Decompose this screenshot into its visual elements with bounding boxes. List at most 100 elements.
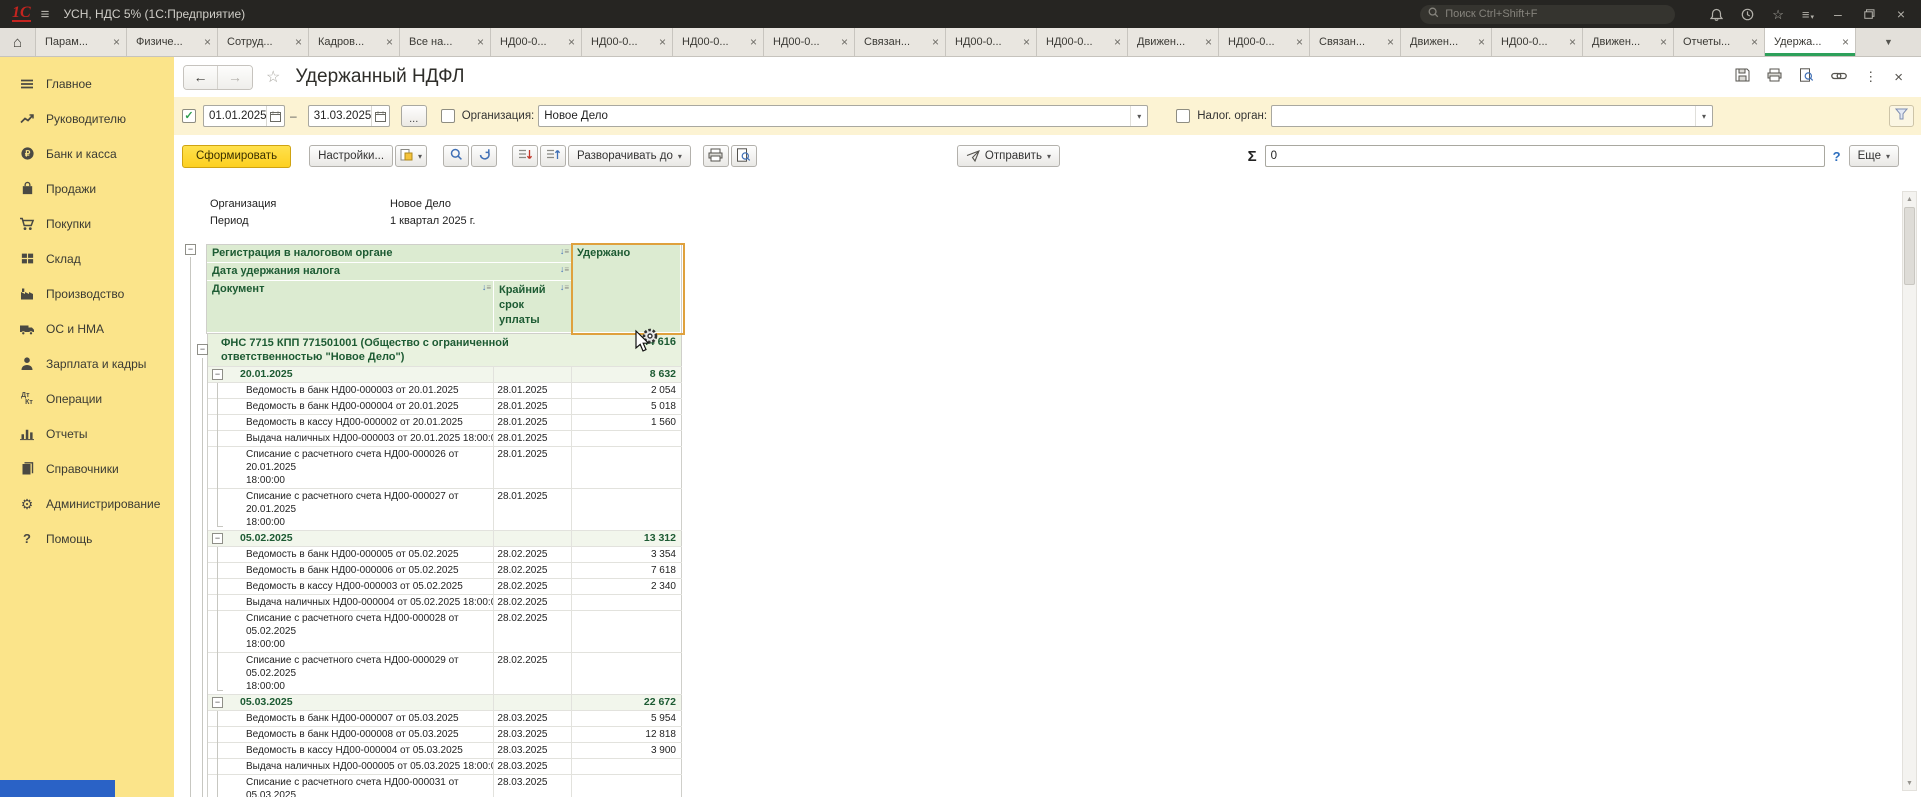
tab[interactable]: Все на... × bbox=[400, 28, 491, 56]
calendar-icon[interactable] bbox=[266, 106, 284, 126]
chevron-down-icon[interactable]: ▾ bbox=[1695, 106, 1712, 126]
tab-close-icon[interactable]: × bbox=[1205, 35, 1212, 49]
sidebar-item-warehouse[interactable]: Склад bbox=[0, 241, 174, 276]
tab[interactable]: Удержа... × bbox=[1765, 28, 1856, 56]
tab[interactable]: Кадров... × bbox=[309, 28, 400, 56]
document-row[interactable]: Ведомость в банк НД00-000007 от 05.03.20… bbox=[208, 711, 682, 727]
save-icon[interactable] bbox=[1735, 68, 1750, 87]
tab[interactable]: НД00-0... × bbox=[491, 28, 582, 56]
tab-close-icon[interactable]: × bbox=[1569, 35, 1576, 49]
deadline-cell[interactable]: 28.01.2025 bbox=[494, 415, 572, 430]
collapse-levels-button[interactable] bbox=[512, 145, 538, 167]
tab[interactable]: Связан... × bbox=[1310, 28, 1401, 56]
amount-cell[interactable] bbox=[572, 759, 682, 774]
collapse-minus-icon[interactable]: − bbox=[212, 697, 223, 708]
tab-close-icon[interactable]: × bbox=[1751, 35, 1758, 49]
collapse-minus-icon[interactable]: − bbox=[212, 533, 223, 544]
tab-close-icon[interactable]: × bbox=[295, 35, 302, 49]
link-icon[interactable] bbox=[1831, 68, 1847, 86]
tax-office-group-row[interactable]: ФНС 7715 КПП 771501001 (Общество с огран… bbox=[208, 334, 682, 367]
document-cell[interactable]: Ведомость в кассу НД00-000004 от 05.03.2… bbox=[208, 743, 494, 758]
back-button[interactable]: ← bbox=[184, 66, 218, 89]
tab-close-icon[interactable]: × bbox=[568, 35, 575, 49]
service-menu-icon[interactable]: ≡▾ bbox=[1802, 8, 1814, 21]
sidebar-item-gear[interactable]: ⚙ Администрирование bbox=[0, 486, 174, 521]
document-row[interactable]: Ведомость в банк НД00-000006 от 05.02.20… bbox=[208, 563, 682, 579]
group-total-cell[interactable]: 8 632 bbox=[572, 367, 682, 382]
deadline-cell[interactable]: 28.02.2025 bbox=[494, 579, 572, 594]
tab-close-icon[interactable]: × bbox=[1023, 35, 1030, 49]
document-row[interactable]: Ведомость в кассу НД00-000003 от 05.02.2… bbox=[208, 579, 682, 595]
settings-button[interactable]: Настройки... bbox=[309, 145, 393, 167]
document-row[interactable]: Ведомость в банк НД00-000004 от 20.01.20… bbox=[208, 399, 682, 415]
document-cell[interactable]: Ведомость в банк НД00-000005 от 05.02.20… bbox=[208, 547, 494, 562]
amount-cell[interactable] bbox=[572, 775, 682, 797]
amount-cell[interactable]: 2 340 bbox=[572, 579, 682, 594]
tab[interactable]: НД00-0... × bbox=[1219, 28, 1310, 56]
tab-close-icon[interactable]: × bbox=[750, 35, 757, 49]
document-cell[interactable]: Выдача наличных НД00-000004 от 05.02.202… bbox=[208, 595, 494, 610]
deadline-cell[interactable]: 28.01.2025 bbox=[494, 431, 572, 446]
document-row[interactable]: Ведомость в банк НД00-000005 от 05.02.20… bbox=[208, 547, 682, 563]
tab-close-icon[interactable]: × bbox=[1660, 35, 1667, 49]
scroll-thumb[interactable] bbox=[1904, 207, 1915, 285]
tab[interactable]: НД00-0... × bbox=[764, 28, 855, 56]
deadline-cell[interactable]: 28.01.2025 bbox=[494, 399, 572, 414]
document-cell[interactable]: Списание с расчетного счета НД00-000026 … bbox=[208, 447, 494, 488]
maximize-icon[interactable] bbox=[1864, 6, 1875, 22]
organization-checkbox[interactable] bbox=[441, 109, 455, 123]
deadline-cell[interactable] bbox=[494, 367, 572, 382]
amount-cell[interactable]: 5 018 bbox=[572, 399, 682, 414]
tab-close-icon[interactable]: × bbox=[386, 35, 393, 49]
favorites-star-icon[interactable]: ☆ bbox=[1772, 8, 1784, 21]
tab-close-icon[interactable]: × bbox=[113, 35, 120, 49]
deadline-cell[interactable]: 28.01.2025 bbox=[494, 489, 572, 530]
document-row[interactable]: Списание с расчетного счета НД00-000027 … bbox=[208, 489, 682, 531]
sidebar-item-bag[interactable]: Продажи bbox=[0, 171, 174, 206]
document-cell[interactable]: Ведомость в банк НД00-000008 от 05.03.20… bbox=[208, 727, 494, 742]
document-cell[interactable]: Ведомость в банк НД00-000003 от 20.01.20… bbox=[208, 383, 494, 398]
document-row[interactable]: Ведомость в кассу НД00-000002 от 20.01.2… bbox=[208, 415, 682, 431]
group-total-cell[interactable]: 13 312 bbox=[572, 531, 682, 546]
document-row[interactable]: Ведомость в банк НД00-000008 от 05.03.20… bbox=[208, 727, 682, 743]
document-row[interactable]: Списание с расчетного счета НД00-000031 … bbox=[208, 775, 682, 797]
amount-cell[interactable]: 2 054 bbox=[572, 383, 682, 398]
history-icon[interactable] bbox=[1741, 8, 1754, 21]
find-button[interactable] bbox=[443, 145, 469, 167]
tax-office-total-cell[interactable]: 44 616 bbox=[572, 334, 682, 366]
tab-close-icon[interactable]: × bbox=[1296, 35, 1303, 49]
document-cell[interactable]: Ведомость в банк НД00-000004 от 20.01.20… bbox=[208, 399, 494, 414]
sort-icon[interactable]: ↓≡ bbox=[560, 247, 569, 256]
date-cell[interactable]: 05.03.2025 bbox=[208, 695, 494, 710]
sidebar-item-menu[interactable]: Главное bbox=[0, 66, 174, 101]
amount-cell[interactable]: 12 818 bbox=[572, 727, 682, 742]
amount-cell[interactable]: 7 618 bbox=[572, 563, 682, 578]
tab-close-icon[interactable]: × bbox=[477, 35, 484, 49]
amount-cell[interactable]: 1 560 bbox=[572, 415, 682, 430]
print-preview-button[interactable] bbox=[731, 145, 757, 167]
tab-close-icon[interactable]: × bbox=[932, 35, 939, 49]
tab[interactable]: Связан... × bbox=[855, 28, 946, 56]
amount-cell[interactable] bbox=[572, 653, 682, 694]
deadline-cell[interactable]: 28.02.2025 bbox=[494, 563, 572, 578]
info-row[interactable]: Период 1 квартал 2025 г. bbox=[207, 212, 682, 229]
date-cell[interactable]: 05.02.2025 bbox=[208, 531, 494, 546]
sidebar-item-question[interactable]: ? Помощь bbox=[0, 521, 174, 556]
amount-cell[interactable] bbox=[572, 595, 682, 610]
document-row[interactable]: Ведомость в банк НД00-000003 от 20.01.20… bbox=[208, 383, 682, 399]
document-cell[interactable]: Списание с расчетного счета НД00-000027 … bbox=[208, 489, 494, 530]
tab[interactable]: НД00-0... × bbox=[582, 28, 673, 56]
tax-authority-checkbox[interactable] bbox=[1176, 109, 1190, 123]
document-row[interactable]: Выдача наличных НД00-000005 от 05.03.202… bbox=[208, 759, 682, 775]
tab[interactable]: НД00-0... × bbox=[1037, 28, 1128, 56]
sidebar-item-chart[interactable]: Отчеты bbox=[0, 416, 174, 451]
document-row[interactable]: Списание с расчетного счета НД00-000026 … bbox=[208, 447, 682, 489]
deadline-cell[interactable]: 28.03.2025 bbox=[494, 743, 572, 758]
document-cell[interactable]: Ведомость в кассу НД00-000002 от 20.01.2… bbox=[208, 415, 494, 430]
deadline-cell[interactable]: 28.03.2025 bbox=[494, 759, 572, 774]
tab-close-icon[interactable]: × bbox=[1478, 35, 1485, 49]
print-button[interactable] bbox=[703, 145, 729, 167]
deadline-cell[interactable]: 28.01.2025 bbox=[494, 383, 572, 398]
sidebar-item-trend[interactable]: Руководителю bbox=[0, 101, 174, 136]
document-cell[interactable]: Выдача наличных НД00-000003 от 20.01.202… bbox=[208, 431, 494, 446]
